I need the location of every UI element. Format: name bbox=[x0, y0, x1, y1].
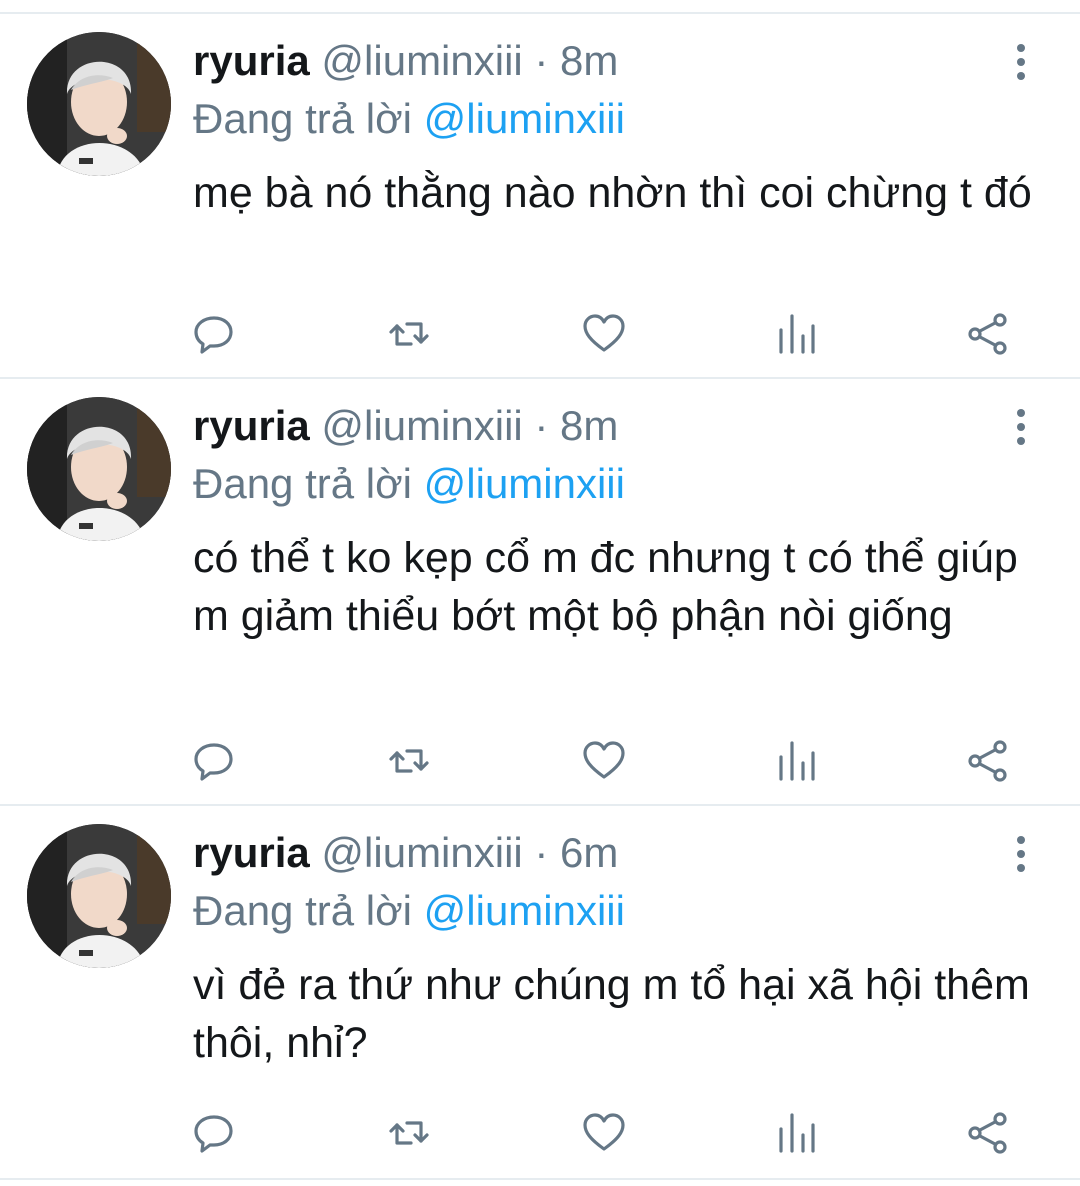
handle-and-time: @liuminxiii · 6m bbox=[321, 829, 619, 876]
like-icon[interactable] bbox=[582, 739, 626, 783]
tweet-header: ryuria @liuminxiii · 8m bbox=[193, 401, 618, 451]
tweet[interactable]: ryuria @liuminxiii · 8m Đang trả lời @li… bbox=[0, 379, 1080, 806]
share-icon[interactable] bbox=[966, 312, 1010, 356]
tweet-feed: ryuria @liuminxiii · 8m Đang trả lời @li… bbox=[0, 0, 1080, 1186]
avatar[interactable] bbox=[27, 397, 171, 541]
avatar[interactable] bbox=[27, 824, 171, 968]
tweet-text: mẹ bà nó thằng nào nhờn thì coi chừng t … bbox=[193, 169, 1032, 217]
replying-prefix: Đang trả lời bbox=[193, 95, 412, 142]
retweet-icon[interactable] bbox=[387, 739, 431, 783]
replying-mention[interactable]: @liuminxiii bbox=[424, 460, 625, 507]
handle-and-time: @liuminxiii · 8m bbox=[321, 37, 619, 84]
reply-icon[interactable] bbox=[192, 312, 236, 356]
retweet-icon[interactable] bbox=[387, 1111, 431, 1155]
more-options-icon[interactable] bbox=[1008, 834, 1034, 874]
share-icon[interactable] bbox=[966, 739, 1010, 783]
display-name[interactable]: ryuria bbox=[193, 37, 310, 84]
replying-to: Đang trả lời @liuminxiii bbox=[193, 886, 625, 936]
replying-to: Đang trả lời @liuminxiii bbox=[193, 459, 625, 509]
avatar[interactable] bbox=[27, 32, 171, 176]
replying-mention[interactable]: @liuminxiii bbox=[424, 887, 625, 934]
tweet-actions bbox=[0, 1111, 1080, 1155]
like-icon[interactable] bbox=[582, 1111, 626, 1155]
display-name[interactable]: ryuria bbox=[193, 829, 310, 876]
tweet[interactable]: ryuria @liuminxiii · 8m Đang trả lời @li… bbox=[0, 14, 1080, 379]
replying-mention[interactable]: @liuminxiii bbox=[424, 95, 625, 142]
reply-icon[interactable] bbox=[192, 739, 236, 783]
like-icon[interactable] bbox=[582, 312, 626, 356]
tweet-header: ryuria @liuminxiii · 8m bbox=[193, 36, 618, 86]
share-icon[interactable] bbox=[966, 1111, 1010, 1155]
tweet-text: có thể t ko kẹp cổ m đc nhưng t có thể g… bbox=[193, 534, 1018, 640]
more-options-icon[interactable] bbox=[1008, 407, 1034, 447]
replying-to: Đang trả lời @liuminxiii bbox=[193, 94, 625, 144]
tweet-text: vì đẻ ra thứ như chúng m tổ hại xã hội t… bbox=[193, 961, 1030, 1067]
stats-icon[interactable] bbox=[775, 739, 819, 783]
more-options-icon[interactable] bbox=[1008, 42, 1034, 82]
display-name[interactable]: ryuria bbox=[193, 402, 310, 449]
replying-prefix: Đang trả lời bbox=[193, 460, 412, 507]
tweet[interactable]: ryuria @liuminxiii · 6m Đang trả lời @li… bbox=[0, 806, 1080, 1180]
stats-icon[interactable] bbox=[775, 312, 819, 356]
tweet-header: ryuria @liuminxiii · 6m bbox=[193, 828, 618, 878]
stats-icon[interactable] bbox=[775, 1111, 819, 1155]
tweet-actions bbox=[0, 739, 1080, 783]
retweet-icon[interactable] bbox=[387, 312, 431, 356]
tweet-divider bbox=[0, 1178, 1080, 1180]
replying-prefix: Đang trả lời bbox=[193, 887, 412, 934]
tweet-actions bbox=[0, 312, 1080, 356]
handle-and-time: @liuminxiii · 8m bbox=[321, 402, 619, 449]
reply-icon[interactable] bbox=[192, 1111, 236, 1155]
